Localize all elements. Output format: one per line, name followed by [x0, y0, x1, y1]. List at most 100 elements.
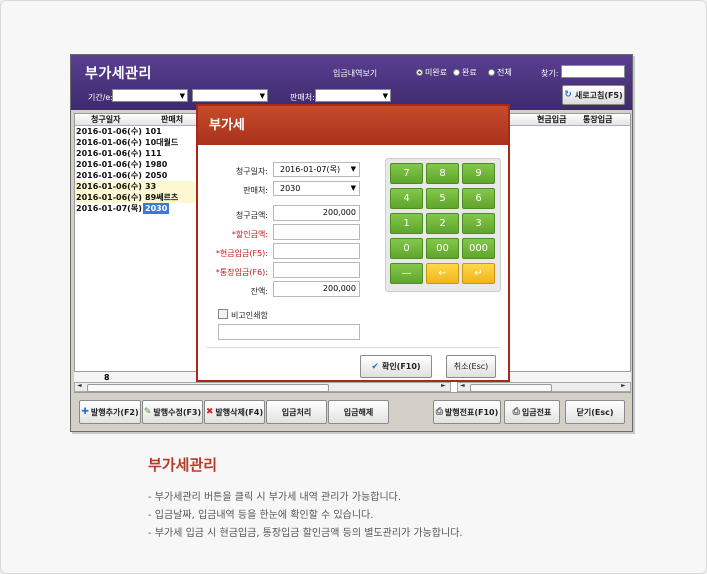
refresh-button[interactable]: ↻ 새로고침(F5): [562, 85, 625, 105]
row-date: 2016-01-06(수): [76, 127, 142, 136]
row-seller: 10대월드: [145, 138, 179, 147]
radio-dot-icon: [488, 69, 495, 76]
row-date: 2016-01-06(수): [76, 171, 142, 180]
confirm-button[interactable]: ✔ 확인(F10): [360, 355, 432, 378]
memo-field[interactable]: [218, 324, 360, 340]
key-3[interactable]: 3: [462, 213, 495, 234]
period-end-combo[interactable]: ▼: [192, 89, 268, 102]
amount-field[interactable]: 200,000: [273, 205, 360, 221]
table-row[interactable]: 2016-01-06(수) 101: [75, 126, 195, 137]
refresh-icon: ↻: [564, 90, 572, 100]
checkbox-icon: [218, 309, 228, 319]
print-invoice-button[interactable]: ⎙ 발행전표(F10): [433, 400, 501, 424]
column-header-date[interactable]: 청구일자: [91, 114, 120, 125]
discount-field[interactable]: [273, 224, 360, 240]
row-date: 2016-01-06(수): [76, 182, 142, 191]
seller-value: 2030: [280, 184, 301, 193]
table-row[interactable]: 2016-01-06(수) 111: [75, 148, 195, 159]
scrollbar-thumb[interactable]: [470, 384, 552, 392]
seller-field-combo[interactable]: 2030 ▼: [273, 181, 360, 196]
button-label: 입금전표: [521, 407, 552, 417]
key-7[interactable]: 7: [390, 163, 423, 184]
print-deposit-button[interactable]: ⎙ 입금전표: [504, 400, 560, 424]
cancel-button[interactable]: 취소(Esc): [446, 355, 496, 378]
column-header-seller[interactable]: 판매처: [161, 114, 183, 125]
close-button[interactable]: 닫기(Esc): [565, 400, 625, 424]
row-seller: 33: [145, 182, 157, 191]
deposit-button[interactable]: 입금처리: [266, 400, 327, 424]
chevron-down-icon: ▼: [179, 92, 185, 100]
cancel-deposit-button[interactable]: 입금해제: [328, 400, 389, 424]
period-start-combo[interactable]: ▼: [112, 89, 188, 102]
chevron-down-icon: ▼: [382, 92, 388, 100]
radio-all[interactable]: 전체: [488, 67, 512, 78]
numeric-keypad: 7 8 9 4 5 6 1 2 3 0 00 000 — ← ↵: [385, 158, 501, 292]
delete-icon: ✖: [205, 407, 214, 417]
bank-label: *통장입금(F6):: [215, 268, 268, 277]
button-label: 발행수정(F3): [153, 407, 202, 417]
printer-icon: ⎙: [512, 407, 520, 417]
key-9[interactable]: 9: [462, 163, 495, 184]
table-row[interactable]: 2016-01-06(수) 1980: [75, 159, 195, 170]
horizontal-scrollbar-right[interactable]: ◄ ►: [457, 382, 631, 392]
check-icon: ✔: [371, 361, 379, 372]
cash-label: *현금입금(F5):: [215, 249, 268, 258]
bank-field[interactable]: [273, 262, 360, 278]
table-row[interactable]: 2016-01-06(수) 10대월드: [75, 137, 195, 148]
key-5[interactable]: 5: [426, 188, 459, 209]
period-label: 기간/e:: [88, 93, 114, 102]
button-label: 발행삭제(F4): [215, 407, 264, 417]
row-seller: 2030: [143, 203, 170, 214]
radio-complete[interactable]: 완료: [453, 67, 477, 78]
row-seller: 1980: [145, 160, 168, 169]
row-seller: 2050: [145, 171, 168, 180]
chevron-down-icon: ▼: [350, 165, 356, 173]
cash-field[interactable]: [273, 243, 360, 259]
balance-field: 200,000: [273, 281, 360, 297]
column-header-cash[interactable]: 현금입금: [537, 114, 566, 125]
table-row[interactable]: 2016-01-06(수) 33: [75, 181, 195, 192]
button-label: 발행추가(F2): [90, 407, 139, 417]
key-2[interactable]: 2: [426, 213, 459, 234]
table-row-selected[interactable]: 2016-01-07(목) 2030: [75, 203, 195, 214]
key-00[interactable]: 00: [426, 238, 459, 259]
column-header-bank[interactable]: 통장입금: [583, 114, 612, 125]
radio-dot-icon: [453, 69, 460, 76]
button-label: 닫기(Esc): [576, 407, 614, 417]
edit-invoice-button[interactable]: ✎ 발행수정(F3): [142, 400, 203, 424]
key-1[interactable]: 1: [390, 213, 423, 234]
row-seller: 89쎄르츠: [145, 193, 179, 202]
radio-incomplete[interactable]: 미완료: [416, 67, 447, 78]
seller-combo[interactable]: ▼: [315, 89, 391, 102]
key-minus[interactable]: —: [390, 263, 423, 284]
button-label: 입금처리: [281, 407, 312, 417]
chevron-down-icon: ▼: [350, 184, 356, 192]
row-date: 2016-01-06(수): [76, 138, 142, 147]
button-label: 취소(Esc): [453, 362, 489, 371]
delete-invoice-button[interactable]: ✖ 발행삭제(F4): [204, 400, 265, 424]
key-000[interactable]: 000: [462, 238, 495, 259]
plus-icon: ✚: [81, 407, 89, 417]
search-label: 찾기:: [541, 69, 559, 78]
print-memo-checkbox[interactable]: 비고인쇄함: [218, 309, 268, 321]
discount-label: *할인금액:: [231, 230, 268, 239]
key-0[interactable]: 0: [390, 238, 423, 259]
table-row[interactable]: 2016-01-06(수) 2050: [75, 170, 195, 181]
table-row[interactable]: 2016-01-06(수) 89쎄르츠: [75, 192, 195, 203]
backspace-key-icon[interactable]: ←: [426, 263, 459, 284]
scroll-left-icon: ◄: [460, 382, 465, 389]
scrollbar-thumb[interactable]: [87, 384, 329, 392]
chevron-down-icon: ▼: [259, 92, 265, 100]
key-4[interactable]: 4: [390, 188, 423, 209]
enter-key-icon[interactable]: ↵: [462, 263, 495, 284]
row-date: 2016-01-06(수): [76, 149, 142, 158]
bill-date-combo[interactable]: 2016-01-07(목) ▼: [273, 162, 360, 177]
key-8[interactable]: 8: [426, 163, 459, 184]
horizontal-scrollbar-left[interactable]: ◄ ►: [74, 382, 451, 392]
add-invoice-button[interactable]: ✚ 발행추가(F2): [79, 400, 141, 424]
search-input[interactable]: [561, 65, 625, 78]
key-6[interactable]: 6: [462, 188, 495, 209]
row-seller: 111: [145, 149, 162, 158]
scroll-right-icon: ►: [441, 382, 446, 389]
row-date: 2016-01-07(목): [76, 204, 142, 213]
